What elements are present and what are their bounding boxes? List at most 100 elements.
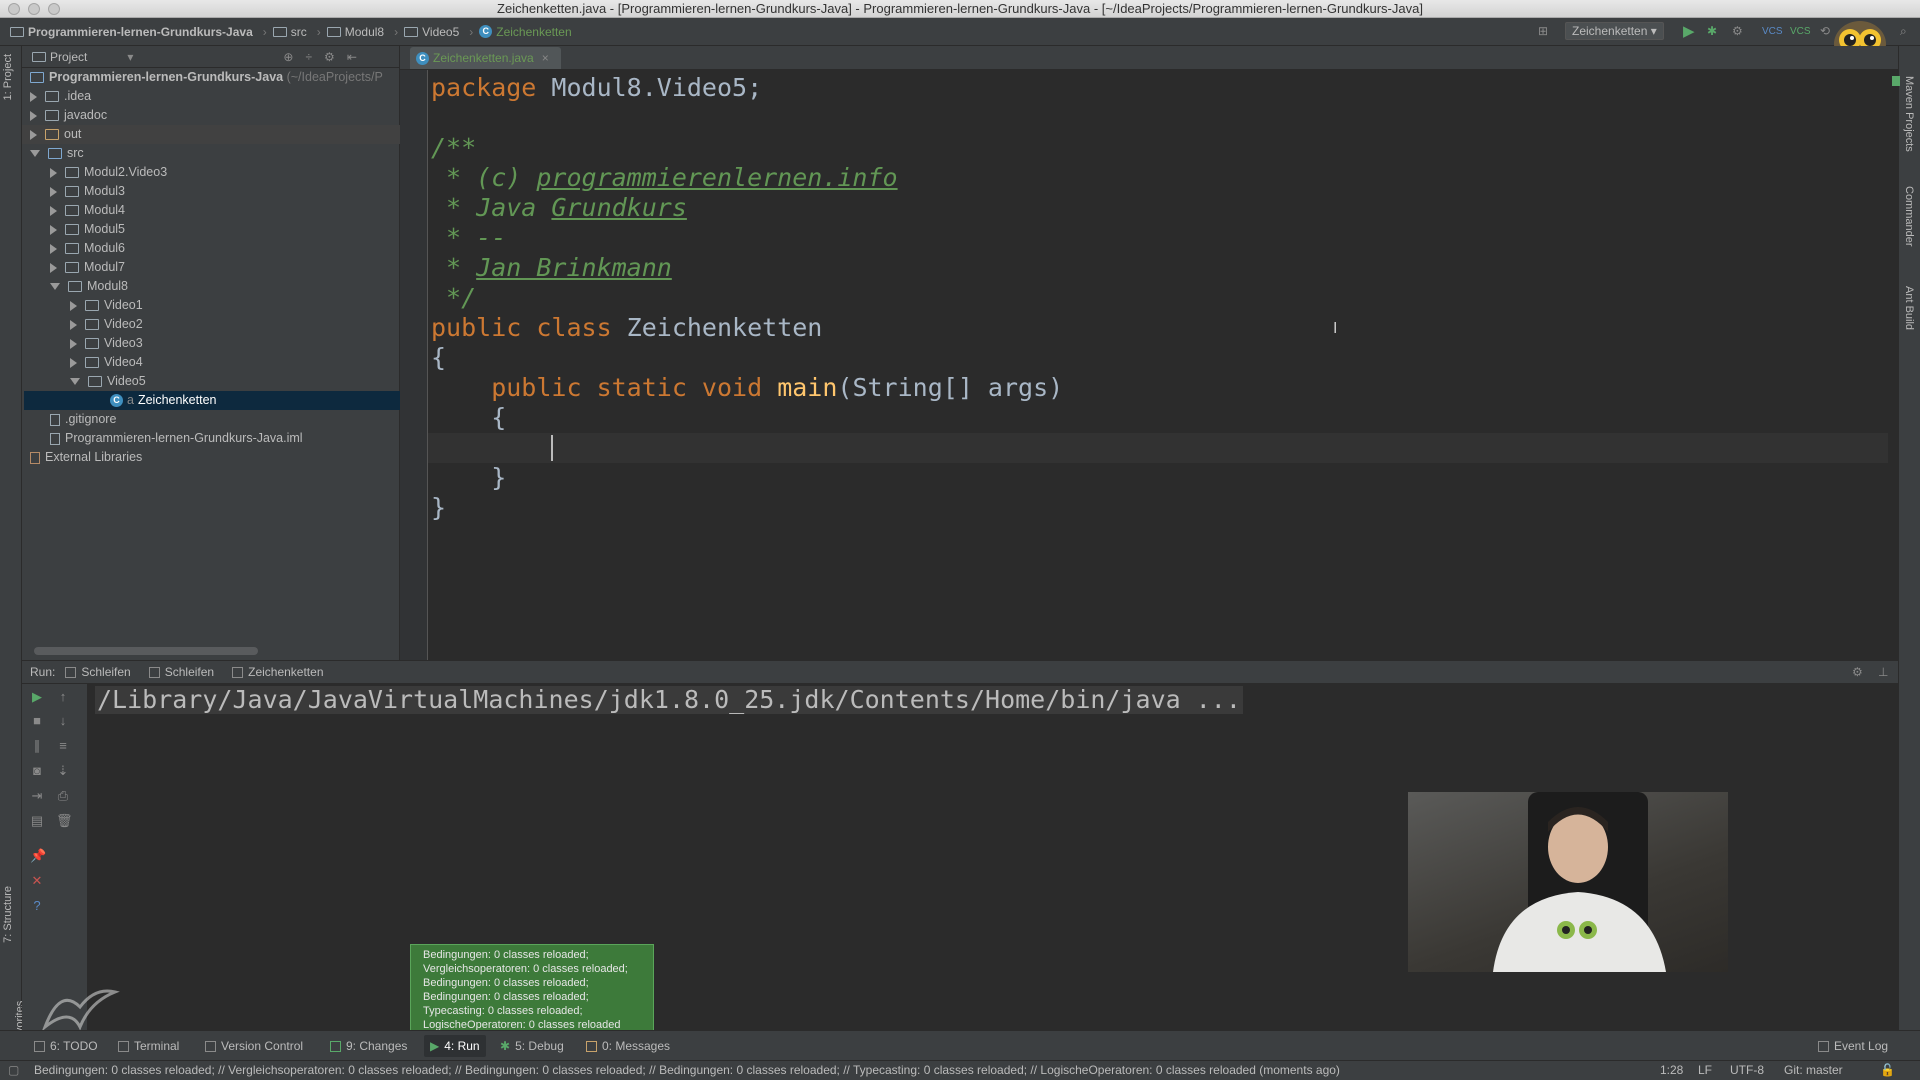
locate-icon[interactable]: ⊕ <box>283 50 293 64</box>
chevron-right-icon[interactable] <box>70 300 77 311</box>
tree-item-iml[interactable]: Programmieren-lernen-Grundkurs-Java.iml <box>50 429 303 448</box>
chevron-down-icon[interactable]: ▾ <box>127 50 133 64</box>
lock-icon[interactable]: 🔓 <box>1880 1061 1895 1080</box>
chevron-right-icon[interactable] <box>30 129 37 140</box>
pin-icon[interactable]: 📌 <box>30 849 46 863</box>
tree-item-video4[interactable]: Video4 <box>70 353 143 372</box>
chevron-right-icon[interactable] <box>50 186 57 197</box>
chevron-down-icon[interactable] <box>70 378 80 385</box>
chevron-down-icon[interactable] <box>50 283 60 290</box>
collapse-icon[interactable]: ÷ <box>305 50 312 64</box>
maven-projects-tab[interactable]: Maven Projects <box>1903 76 1915 152</box>
todo-tab[interactable]: 6: TODO <box>34 1039 98 1053</box>
stop-icon[interactable]: ■ <box>30 714 44 728</box>
run-config-dropdown[interactable]: Zeichenketten ▾ <box>1565 22 1664 40</box>
chevron-down-icon[interactable] <box>30 150 40 157</box>
gear-icon[interactable]: ⚙ <box>324 50 335 64</box>
tree-item-gitignore[interactable]: .gitignore <box>50 410 116 429</box>
tree-item-modul7[interactable]: Modul7 <box>50 258 125 277</box>
tree-item-external-libraries[interactable]: External Libraries <box>30 448 142 467</box>
search-icon[interactable]: ⌕ <box>1900 22 1907 40</box>
project-structure-icon[interactable]: ⊞ <box>1538 22 1548 40</box>
chevron-right-icon[interactable] <box>50 224 57 235</box>
terminal-tab[interactable]: Terminal <box>118 1039 179 1053</box>
file-encoding[interactable]: UTF-8 <box>1730 1061 1764 1080</box>
wrap-icon[interactable]: ≡ <box>56 739 70 753</box>
print-icon[interactable]: ⎙ <box>56 789 70 803</box>
pause-icon[interactable]: ∥ <box>30 739 44 753</box>
tree-item-javadoc[interactable]: javadoc <box>30 106 107 125</box>
breadcrumb-src[interactable]: src <box>272 25 307 39</box>
chevron-right-icon[interactable] <box>50 262 57 273</box>
changes-tab[interactable]: 9: Changes <box>330 1039 407 1053</box>
project-panel-title[interactable]: Project <box>50 50 87 64</box>
layout-icon[interactable]: ▤ <box>30 814 44 828</box>
chevron-right-icon[interactable] <box>50 205 57 216</box>
vcs-update-icon[interactable]: VCS <box>1762 22 1783 40</box>
hide-panel-icon[interactable]: ⊥ <box>1878 665 1888 679</box>
tree-item-modul4[interactable]: Modul4 <box>50 201 125 220</box>
tree-item-video2[interactable]: Video2 <box>70 315 143 334</box>
editor-gutter[interactable] <box>400 70 428 660</box>
close-icon[interactable]: ✕ <box>30 874 44 888</box>
chevron-right-icon[interactable] <box>70 319 77 330</box>
trash-icon[interactable]: 🗑 <box>56 814 73 828</box>
tree-item-modul5[interactable]: Modul5 <box>50 220 125 239</box>
run-icon[interactable]: ▶ <box>1683 22 1695 40</box>
tree-item-modul8[interactable]: Modul8 <box>50 277 128 296</box>
scroll-end-icon[interactable]: ⇣ <box>56 764 70 778</box>
event-log-tab[interactable]: Event Log <box>1818 1039 1888 1053</box>
tree-item-out[interactable]: out <box>22 125 400 144</box>
help-icon[interactable]: ? <box>30 899 44 913</box>
chevron-right-icon[interactable] <box>70 338 77 349</box>
rerun-icon[interactable]: ▶ <box>30 690 44 704</box>
project-scrollbar[interactable] <box>34 647 258 655</box>
history-icon[interactable]: ⟲ <box>1820 22 1830 40</box>
chevron-right-icon[interactable] <box>30 110 37 121</box>
version-control-tab[interactable]: Version Control <box>205 1039 303 1053</box>
dump-threads-icon[interactable]: ◙ <box>30 764 44 778</box>
structure-tool-tab[interactable]: 7: Structure <box>2 886 14 943</box>
tree-item-modul6[interactable]: Modul6 <box>50 239 125 258</box>
breadcrumb-video5[interactable]: Video5 <box>404 25 459 39</box>
tool-window-toggle-icon[interactable]: ▢ <box>8 1061 19 1080</box>
project-tool-tab[interactable]: 1: Project <box>2 54 14 100</box>
line-separator[interactable]: LF <box>1698 1061 1712 1080</box>
ant-build-tab[interactable]: Ant Build <box>1903 286 1915 330</box>
chevron-right-icon[interactable] <box>30 91 37 102</box>
chevron-right-icon[interactable] <box>70 357 77 368</box>
run-tab-schleifen-1[interactable]: Schleifen <box>65 665 131 679</box>
tree-item-idea[interactable]: .idea <box>30 87 91 106</box>
caret-position[interactable]: 1:28 <box>1660 1061 1683 1080</box>
code-editor[interactable] <box>428 70 1898 660</box>
tree-item-video3[interactable]: Video3 <box>70 334 143 353</box>
run-tab-schleifen-2[interactable]: Schleifen <box>148 665 214 679</box>
vcs-branch[interactable]: Git: master <box>1784 1061 1843 1080</box>
coverage-icon[interactable]: ⚙ <box>1732 22 1743 40</box>
commander-tab[interactable]: Commander <box>1903 186 1915 247</box>
down-icon[interactable]: ↓ <box>56 714 70 728</box>
breadcrumb-class[interactable]: C Zeichenketten <box>479 25 572 39</box>
chevron-right-icon[interactable] <box>50 243 57 254</box>
debug-tab[interactable]: ✱ 5: Debug <box>500 1039 564 1053</box>
debug-icon[interactable]: ✱ <box>1707 22 1717 40</box>
tree-item-root[interactable]: Programmieren-lernen-Grundkurs-Java (~/I… <box>30 68 400 87</box>
gear-icon[interactable]: ⚙ <box>1852 665 1863 679</box>
breadcrumb-modul8[interactable]: Modul8 <box>326 25 384 39</box>
tree-item-zeichenketten[interactable]: Ca Zeichenketten <box>24 391 400 410</box>
breadcrumb-project[interactable]: Programmieren-lernen-Grundkurs-Java <box>10 25 253 39</box>
tree-item-video5[interactable]: Video5 <box>70 372 146 391</box>
reload-notification-popup[interactable]: Bedingungen: 0 classes reloaded; Verglei… <box>410 944 654 1036</box>
tree-item-src[interactable]: src <box>30 144 84 163</box>
tree-item-modul3[interactable]: Modul3 <box>50 182 125 201</box>
close-icon[interactable]: × <box>542 51 549 65</box>
chevron-right-icon[interactable] <box>50 167 57 178</box>
hide-icon[interactable]: ⇤ <box>347 50 357 64</box>
vcs-commit-icon[interactable]: VCS <box>1790 22 1811 40</box>
messages-tab[interactable]: 0: Messages <box>586 1039 670 1053</box>
minimize-window-button[interactable] <box>28 3 40 15</box>
status-message[interactable]: Bedingungen: 0 classes reloaded; // Verg… <box>34 1061 1340 1080</box>
editor-tab-zeichenketten[interactable]: C Zeichenketten.java × <box>410 47 561 69</box>
up-icon[interactable]: ↑ <box>56 690 70 704</box>
tree-item-video1[interactable]: Video1 <box>70 296 143 315</box>
